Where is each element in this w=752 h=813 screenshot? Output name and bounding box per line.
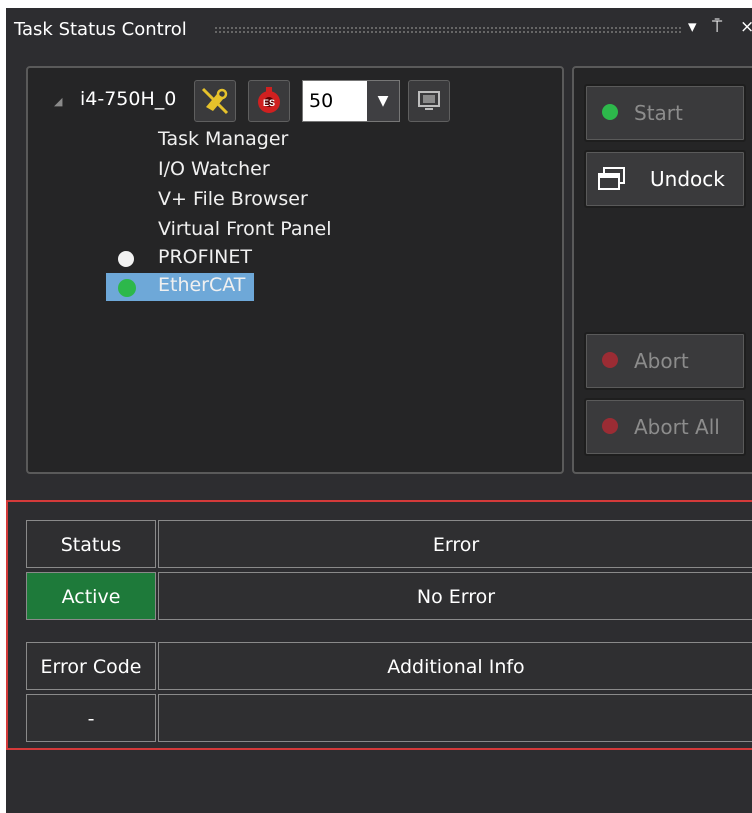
pin-icon[interactable]: ⍑ (712, 17, 722, 37)
status-value: Active (26, 572, 156, 620)
status-grid: Status Error Active No Error Error Code … (6, 500, 752, 750)
tree-item-io-watcher[interactable]: I/O Watcher (158, 158, 270, 180)
profinet-status-icon (118, 251, 134, 267)
device-node[interactable]: i4-750H_0 (80, 88, 176, 110)
upper-area: ◢ i4-750H_0 ES 50 ▼ Task Manager I/O Wat… (6, 50, 752, 492)
additional-info-value (158, 694, 752, 742)
emergency-stop-button[interactable]: ES (248, 80, 290, 122)
tree-item-task-manager[interactable]: Task Manager (158, 128, 288, 150)
status-header: Status (26, 520, 156, 568)
title-grip[interactable] (214, 26, 682, 33)
wrench-no-icon (201, 87, 229, 115)
speed-select[interactable]: 50 ▼ (302, 80, 400, 122)
monitor-button[interactable] (408, 80, 450, 122)
window-icon (598, 167, 625, 190)
tree-item-file-browser[interactable]: V+ File Browser (158, 188, 308, 210)
start-indicator-icon (602, 104, 618, 120)
expand-collapse-icon[interactable]: ◢ (54, 95, 62, 108)
tree-item-virtual-front-panel[interactable]: Virtual Front Panel (158, 218, 331, 240)
clear-faults-button[interactable] (194, 80, 236, 122)
start-label: Start (634, 101, 683, 125)
tree-item-ethercat[interactable]: EtherCAT (158, 274, 245, 296)
chevron-down-icon[interactable]: ▼ (367, 81, 399, 121)
empty-area (6, 750, 752, 813)
error-code-header: Error Code (26, 642, 156, 690)
device-tree: ◢ i4-750H_0 ES 50 ▼ Task Manager I/O Wat… (26, 66, 564, 474)
abort-label: Abort (634, 349, 689, 373)
abort-all-indicator-icon (602, 418, 618, 434)
ethercat-status-icon (118, 279, 136, 297)
monitor-icon (418, 91, 440, 110)
task-status-control-panel: Task Status Control ▾ ⍑ × ◢ i4-750H_0 ES… (6, 8, 752, 813)
error-code-value: - (26, 694, 156, 742)
error-value: No Error (158, 572, 752, 620)
title-bar: Task Status Control ▾ ⍑ × (6, 8, 752, 50)
abort-indicator-icon (602, 352, 618, 368)
abort-all-label: Abort All (634, 415, 720, 439)
abort-all-button[interactable]: Abort All (584, 398, 746, 456)
close-icon[interactable]: × (740, 17, 752, 37)
speed-value[interactable]: 50 (303, 81, 367, 121)
abort-button[interactable]: Abort (584, 332, 746, 390)
emergency-stop-icon: ES (258, 87, 280, 113)
error-header: Error (158, 520, 752, 568)
svg-text:ES: ES (263, 98, 275, 108)
tree-item-profinet[interactable]: PROFINET (158, 246, 252, 268)
additional-info-header: Additional Info (158, 642, 752, 690)
panel-title: Task Status Control (14, 19, 187, 40)
undock-label: Undock (650, 167, 725, 191)
window-menu-icon[interactable]: ▾ (688, 17, 697, 37)
start-button[interactable]: Start (584, 84, 746, 142)
command-buttons: Start Undock Abort Abort All (572, 66, 752, 474)
undock-button[interactable]: Undock (584, 150, 746, 208)
